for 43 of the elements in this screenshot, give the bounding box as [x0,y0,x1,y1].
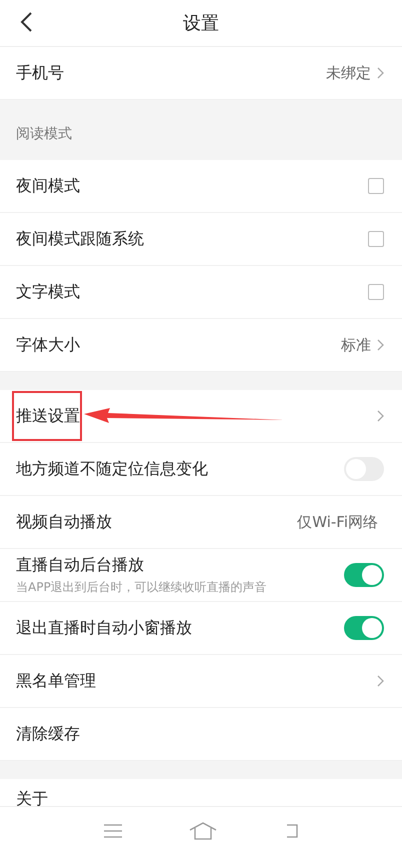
row-label: 夜间模式跟随系统 [16,228,144,250]
checkbox[interactable] [368,178,384,194]
settings-row[interactable]: 手机号 未绑定 [0,47,402,100]
toggle-switch[interactable] [344,563,384,587]
menu-icon[interactable] [103,824,123,838]
settings-row[interactable]: 夜间模式 [0,160,402,213]
settings-row[interactable]: 文字模式 [0,266,402,319]
row-label: 退出直播时自动小窗播放 [16,618,192,638]
settings-row[interactable]: 字体大小 标准 [0,319,402,372]
row-label: 关于 [16,789,48,806]
checkbox[interactable] [368,231,384,247]
checkbox[interactable] [368,284,384,300]
row-label: 字体大小 [16,334,80,356]
chevron-right-icon [377,67,384,79]
settings-row[interactable]: 地方频道不随定位信息变化 [0,443,402,496]
chevron-right-icon [377,675,384,687]
row-value: 仅Wi-Fi网络 [297,512,378,532]
home-icon[interactable] [189,822,217,840]
row-label: 文字模式 [16,282,80,302]
settings-row[interactable]: 清除缓存 [0,708,402,761]
settings-row[interactable]: 黑名单管理 [0,655,402,708]
row-value: 未绑定 [326,64,371,82]
row-label: 视频自动播放 [16,512,112,532]
page-title: 设置 [183,12,219,35]
row-label: 清除缓存 [16,724,80,744]
chevron-right-icon [377,410,384,422]
row-label: 夜间模式 [16,176,80,196]
row-value: 标准 [341,336,371,354]
settings-row[interactable]: 视频自动播放 仅Wi-Fi网络 [0,496,402,549]
row-label: 地方频道不随定位信息变化 [16,458,208,480]
back-icon[interactable] [20,12,32,32]
settings-row[interactable]: 夜间模式跟随系统 [0,213,402,266]
settings-row[interactable]: 直播自动后台播放 当APP退出到后台时，可以继续收听直播的声音 [0,549,402,602]
row-label: 黑名单管理 [16,670,96,692]
settings-row[interactable]: 退出直播时自动小窗播放 [0,602,402,655]
settings-row[interactable]: 推送设置 [0,390,402,443]
row-label: 直播自动后台播放 [16,554,144,576]
toggle-switch[interactable] [344,616,384,640]
row-label: 手机号 [16,62,64,84]
row-description: 当APP退出到后台时，可以继续收听直播的声音 [16,578,267,596]
row-label: 推送设置 [16,406,80,426]
section-title: 阅读模式 [16,125,72,143]
chevron-right-icon [377,339,384,351]
